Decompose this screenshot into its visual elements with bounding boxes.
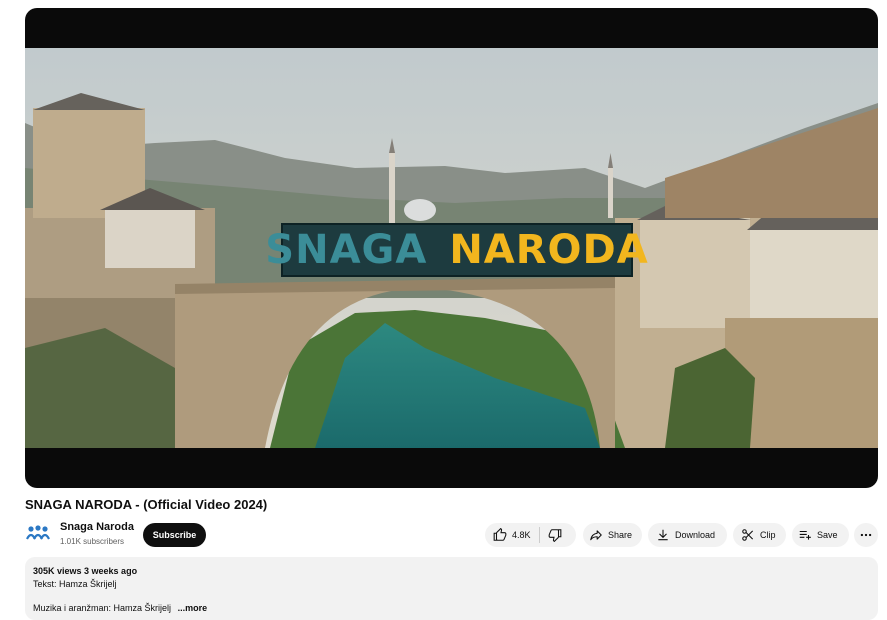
thumbs-up-icon[interactable] — [493, 528, 507, 542]
description-line-text: Muzika i aranžman: Hamza Škrijelj — [33, 603, 172, 613]
show-more-link[interactable]: ...more — [178, 603, 208, 613]
description-box[interactable]: 305K views 3 weeks ago Tekst: Hamza Škri… — [25, 557, 878, 620]
share-button[interactable]: Share — [583, 523, 642, 547]
scissors-icon — [741, 528, 755, 542]
video-title: SNAGA NARODA - (Official Video 2024) — [25, 497, 268, 512]
share-arrow-icon — [589, 528, 603, 542]
like-count[interactable]: 4.8K — [512, 530, 531, 540]
thumbs-down-icon[interactable] — [548, 528, 562, 542]
like-divider — [538, 527, 540, 543]
video-overlay-title: SNAGA NARODA — [265, 223, 648, 277]
download-button[interactable]: Download — [648, 523, 727, 547]
channel-name[interactable]: Snaga Naroda — [60, 521, 134, 533]
save-label: Save — [817, 530, 838, 540]
share-label: Share — [608, 530, 633, 540]
subscribe-button[interactable]: Subscribe — [143, 523, 206, 547]
video-player[interactable]: SNAGA NARODA — [25, 8, 878, 488]
clip-button[interactable]: Clip — [733, 523, 786, 547]
overlay-word-1: SNAGA — [265, 227, 428, 273]
save-button[interactable]: Save — [792, 523, 849, 547]
description-line-2: Muzika i aranžman: Hamza Škrijelj ...mor… — [33, 603, 870, 613]
view-stats: 305K views 3 weeks ago — [33, 566, 138, 576]
channel-logo-icon — [26, 525, 50, 540]
channel-avatar[interactable] — [25, 520, 51, 546]
more-actions-button[interactable] — [854, 523, 878, 547]
clip-label: Clip — [760, 530, 776, 540]
description-line: Tekst: Hamza Škrijelj — [33, 579, 117, 589]
like-dislike-group: 4.8K — [485, 523, 576, 547]
download-icon — [656, 528, 670, 542]
download-label: Download — [675, 530, 716, 540]
overlay-word-2: NARODA — [449, 227, 649, 273]
channel-subscriber-count: 1.01K subscribers — [60, 537, 125, 546]
more-horizontal-icon — [859, 528, 873, 542]
playlist-add-icon — [798, 528, 812, 542]
